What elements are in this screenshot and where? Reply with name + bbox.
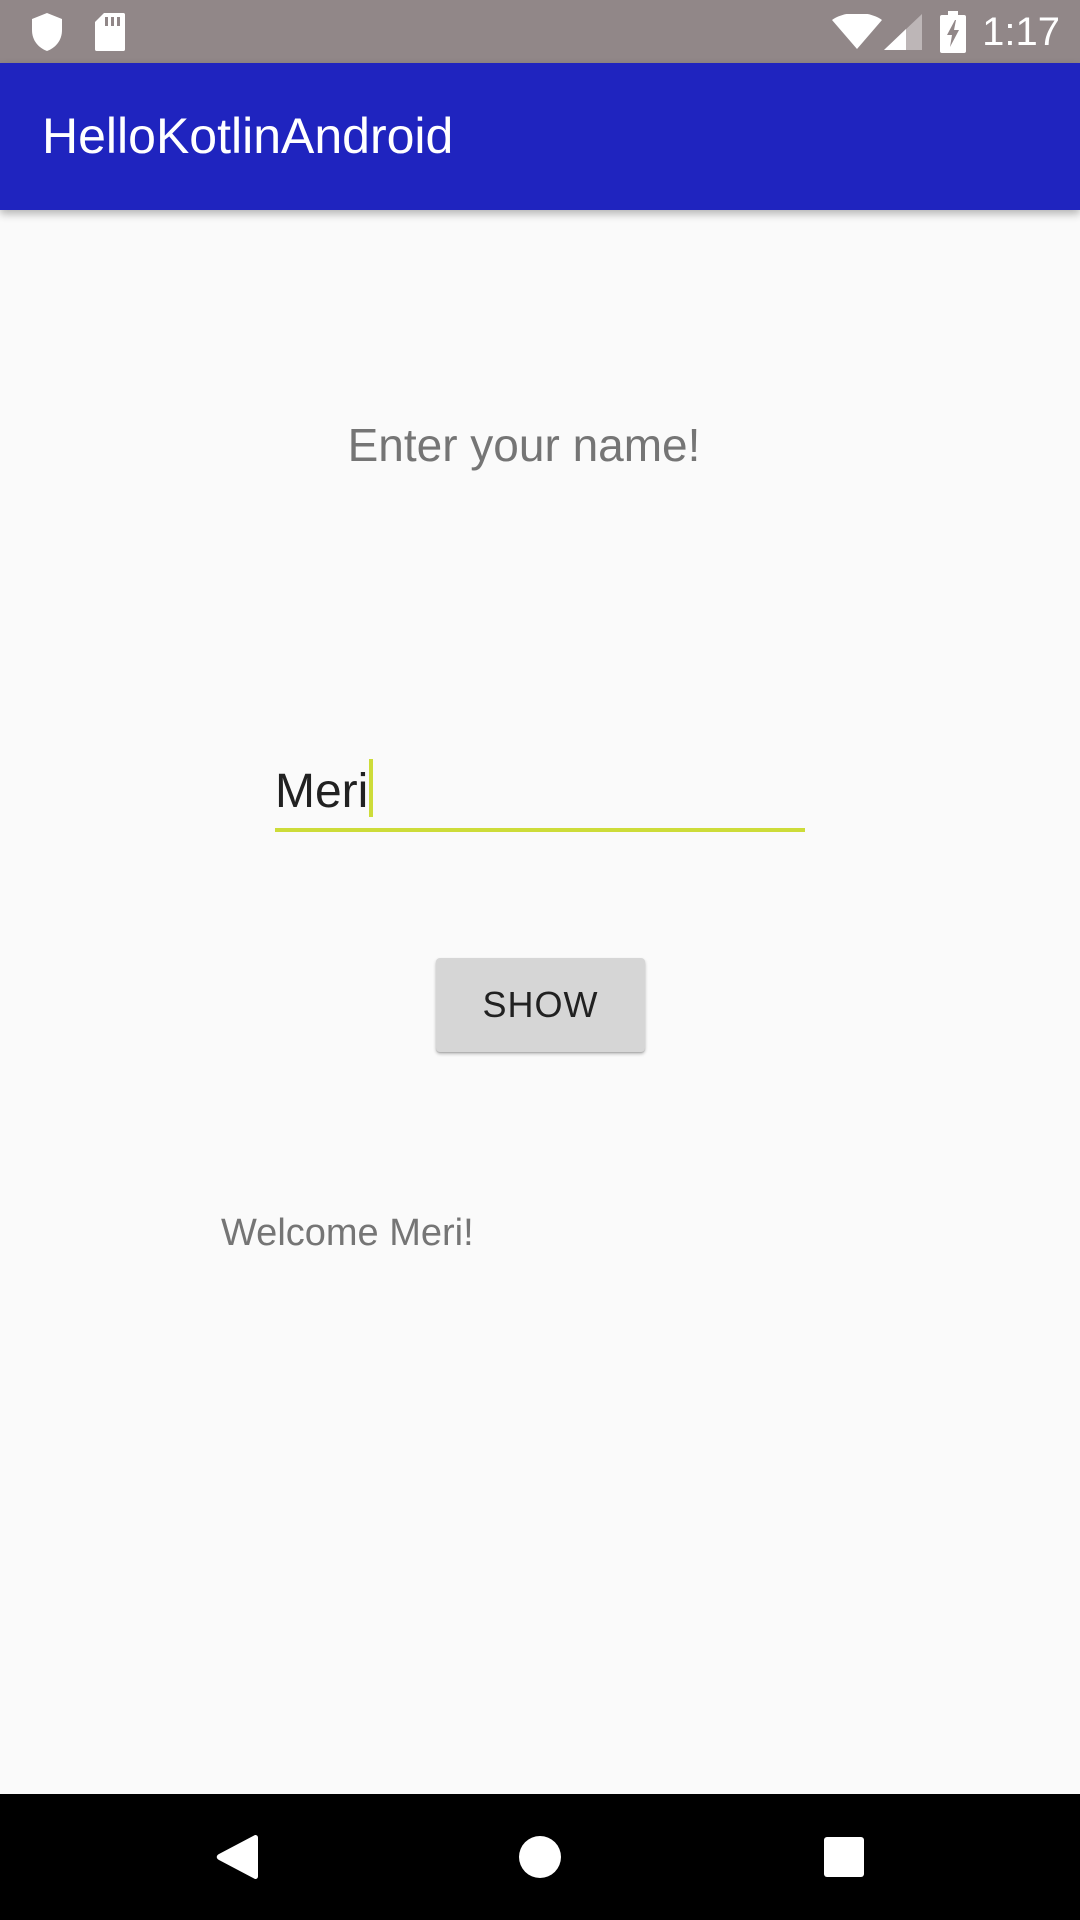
welcome-message: Welcome Meri! <box>221 1212 474 1254</box>
battery-charging-icon <box>940 11 966 58</box>
home-button[interactable] <box>460 1794 620 1920</box>
wifi-icon <box>832 13 882 55</box>
back-icon <box>216 1835 258 1879</box>
name-input-text: Meri <box>275 765 369 818</box>
show-button[interactable]: SHOW <box>436 958 645 1052</box>
status-time: 1:17 <box>982 10 1060 54</box>
enter-name-prompt: Enter your name! <box>347 419 701 471</box>
name-input-value[interactable]: Meri <box>275 757 374 827</box>
back-button[interactable] <box>157 1794 317 1920</box>
name-input-field[interactable]: Meri <box>275 752 805 832</box>
recents-button[interactable] <box>764 1794 924 1920</box>
status-bar: 1:17 <box>0 0 1080 63</box>
shield-icon <box>30 12 64 57</box>
sd-card-icon <box>94 12 126 57</box>
recents-icon <box>824 1837 864 1877</box>
signal-icon <box>884 14 922 55</box>
text-cursor <box>369 759 374 817</box>
app-title: HelloKotlinAndroid <box>42 108 454 164</box>
navigation-bar <box>0 1794 1080 1920</box>
home-icon <box>519 1836 561 1878</box>
app-bar: HelloKotlinAndroid <box>0 63 1080 210</box>
